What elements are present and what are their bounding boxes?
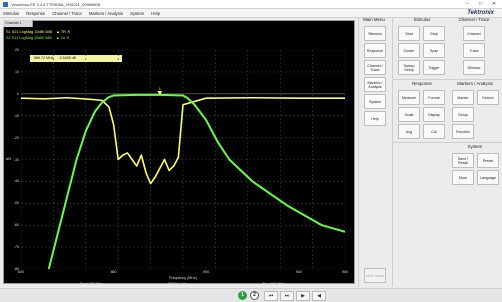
y-tick-label: 0 xyxy=(17,91,19,96)
menu-system[interactable]: System xyxy=(130,11,144,16)
display-button[interactable]: Display xyxy=(423,107,445,122)
y-tick-label: -80 xyxy=(13,267,19,271)
channel-trace-panel-title: Channel / Trace xyxy=(458,17,490,22)
last-icon[interactable]: ⏭ xyxy=(280,291,294,301)
sparameter-plot[interactable]: 1 xyxy=(21,50,345,269)
menu-response[interactable]: Response xyxy=(26,11,45,16)
trace-button[interactable]: Trace xyxy=(463,43,485,58)
main-channel-trace-button[interactable]: Channel / Trace xyxy=(364,60,386,75)
search-button[interactable]: Search xyxy=(477,90,499,105)
x-axis-label: Frequency (MHz) xyxy=(169,276,197,280)
center-button[interactable]: Center xyxy=(398,43,420,58)
app-window: Vectorbox-FE 3.4.5 TTR506A_VH5011_009898… xyxy=(0,0,502,302)
more-button[interactable]: More xyxy=(452,170,474,185)
stimulus-stop: Stop 960 MHz xyxy=(262,282,285,286)
series-line-s11[interactable] xyxy=(47,93,345,269)
panel-divider-2 xyxy=(392,17,393,287)
minimize-button[interactable]: – xyxy=(461,0,473,9)
y-axis-label: dB xyxy=(6,156,11,161)
y-tick-label: 10 xyxy=(15,69,19,74)
menu-markers-analysis[interactable]: Markers / Analysis xyxy=(89,11,123,16)
main-help-button[interactable]: Help xyxy=(364,111,386,126)
back-icon[interactable]: ◀ xyxy=(312,291,326,301)
menu-stimulus[interactable]: Stimulus xyxy=(3,11,19,16)
main-response-button[interactable]: Response xyxy=(364,43,386,58)
x-tick-label: 940 xyxy=(295,270,302,274)
window-title: Vectorbox-FE 3.4.5 TTR506A_VH5011_009898… xyxy=(11,2,100,7)
save-recall-button[interactable]: Save / Recall xyxy=(452,153,474,168)
measure-button[interactable]: Measure xyxy=(398,90,420,105)
y-tick-label: -60 xyxy=(13,223,19,228)
x-tick-label: 900 xyxy=(203,270,210,274)
y-tick-label: -40 xyxy=(13,179,19,184)
trace-flags-s21: ▲ TR ✕ xyxy=(56,30,71,34)
status-bar: 1 2 ⏮ ⏭ ▶ ◀ xyxy=(0,288,502,302)
y-tick-label: -20 xyxy=(13,135,19,140)
panel-divider xyxy=(358,17,359,287)
trace-label-s11: S2 S11 LogMag 10dB/ 0dB xyxy=(6,36,52,40)
sweep-setup-button[interactable]: Sweep Setup xyxy=(398,60,420,75)
main-system-button[interactable]: System xyxy=(364,94,386,109)
span-button[interactable]: Span xyxy=(423,43,445,58)
trace-label-s21: S1 S21 LogMag 10dB/ 0dB xyxy=(6,30,53,34)
start-button[interactable]: Start xyxy=(398,26,420,41)
app-icon xyxy=(3,2,8,8)
system-panel-title: System xyxy=(467,144,483,149)
y-tick-label: -70 xyxy=(13,245,19,250)
trigger-button[interactable]: Trigger xyxy=(423,60,445,75)
markers-panel-title: Markers / Analysis xyxy=(457,81,493,86)
play-icon[interactable]: ▶ xyxy=(296,291,310,301)
menu-channel-trace[interactable]: Channel / Trace xyxy=(52,11,82,16)
close-button[interactable]: ✕ xyxy=(488,0,500,9)
stimulus-panel-title: Stimulus xyxy=(413,17,431,22)
window-button[interactable]: Window xyxy=(463,60,485,75)
setup-button[interactable]: Setup xyxy=(452,107,474,122)
channel-button[interactable]: Channel xyxy=(463,26,485,41)
stimulus-start: Start 820 MHz xyxy=(80,282,103,286)
channel-1-indicator[interactable]: 1 xyxy=(238,291,247,300)
window-controls: – □ ✕ xyxy=(461,0,500,9)
stop-button[interactable]: Stop xyxy=(423,26,445,41)
y-tick-label: -10 xyxy=(13,113,19,118)
x-tick-label: 860 xyxy=(110,270,117,274)
preset-button[interactable]: Preset xyxy=(477,153,499,168)
first-icon[interactable]: ⏮ xyxy=(264,291,278,301)
response-panel-title: Response xyxy=(412,81,432,86)
trace-legend-s11[interactable]: S2 S11 LogMag 10dB/ 0dB ▲ 2A ✕ xyxy=(6,35,69,41)
section-divider xyxy=(393,79,502,80)
tab-channel-1[interactable]: Channel 1 xyxy=(3,20,33,27)
y-tick-label: -50 xyxy=(13,201,19,206)
section-divider-2 xyxy=(393,142,502,143)
main-menu-title: Main Menu xyxy=(363,17,385,22)
channel-2-indicator[interactable]: 2 xyxy=(250,291,259,300)
menu-help[interactable]: Help xyxy=(151,11,160,16)
x-tick-label: 960 xyxy=(342,270,348,274)
marker-label: 1 xyxy=(159,86,162,91)
function-button[interactable]: Function xyxy=(452,124,474,139)
main-markers-button[interactable]: Markers / Analysis xyxy=(364,77,386,92)
x-tick-label: 820 xyxy=(18,270,24,274)
title-bar: Vectorbox-FE 3.4.5 TTR506A_VH5011_009898… xyxy=(0,0,502,9)
y-tick-label: 20 xyxy=(15,48,19,52)
maximize-button[interactable]: □ xyxy=(475,0,487,9)
cal-button[interactable]: Cal xyxy=(423,124,445,139)
stimulus-ifbw: IFBW 1 kHz xyxy=(168,282,188,286)
language-button[interactable]: Language xyxy=(477,170,499,185)
format-button[interactable]: Format xyxy=(423,90,445,105)
marker-button[interactable]: Marker xyxy=(452,90,474,105)
main-menu-footer-button[interactable]: Main Menu xyxy=(364,268,386,283)
main-stimulus-button[interactable]: Stimulus xyxy=(364,26,386,41)
scale-button[interactable]: Scale xyxy=(398,107,420,122)
avg-button[interactable]: Avg xyxy=(398,124,420,139)
trace-flags-s11: ▲ 2A ✕ xyxy=(55,36,70,40)
